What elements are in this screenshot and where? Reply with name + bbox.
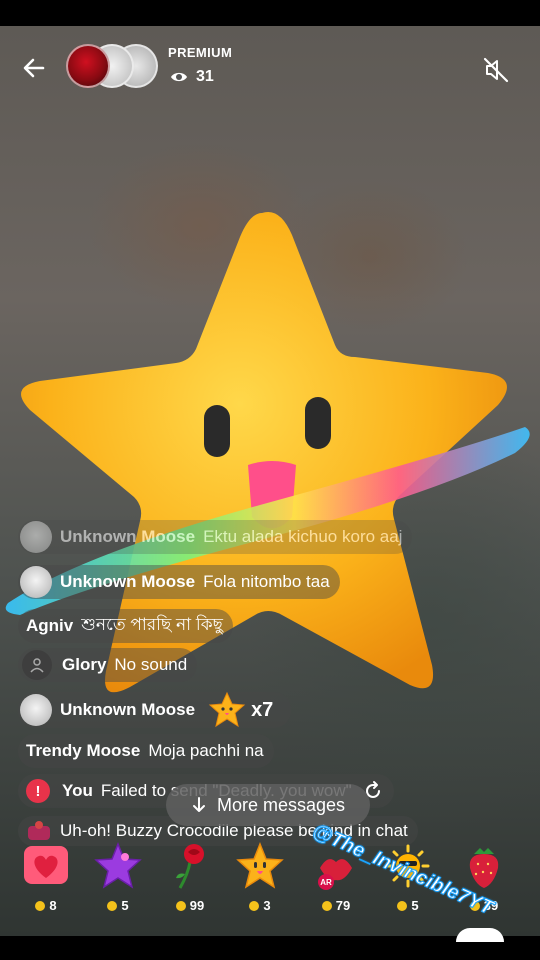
coin-icon: [249, 901, 260, 911]
chat-text: No sound: [114, 655, 188, 674]
chat-message: Unknown Moose x7: [18, 691, 292, 728]
gift-price: 3: [230, 898, 290, 913]
chat-message: Glory No sound: [18, 648, 198, 682]
gift-item[interactable]: 8: [16, 838, 76, 918]
mute-button[interactable]: [480, 54, 512, 86]
home-indicator[interactable]: [456, 928, 504, 942]
chat-username: Agniv: [26, 616, 74, 635]
chat-username: Trendy Moose: [26, 741, 141, 760]
more-messages-label: More messages: [216, 794, 346, 815]
chat-message: Unknown Moose Ektu alada kichuo koro aaj: [18, 520, 413, 554]
avatar: [20, 521, 52, 553]
star-gift-animation: [0, 195, 540, 725]
speaker-muted-icon: [483, 57, 509, 83]
ar-badge: AR: [320, 878, 332, 887]
heart-gift-icon: [24, 846, 68, 884]
chat-username: Unknown Moose: [60, 700, 196, 719]
user-icon: [30, 658, 44, 673]
gift-item[interactable]: 3: [230, 838, 290, 918]
back-arrow-icon: [23, 58, 45, 78]
coin-icon: [321, 901, 332, 911]
eye-icon: [171, 72, 187, 82]
back-button[interactable]: [18, 52, 50, 84]
star-character-icon: [5, 211, 530, 693]
error-icon: !: [26, 779, 50, 803]
more-messages-button[interactable]: More messages: [166, 784, 370, 826]
avatar: [20, 566, 52, 598]
chat-message: Trendy Moose Moja pachhi na: [18, 734, 274, 768]
star-gift-icon: [236, 842, 284, 889]
gift-price: 99: [160, 898, 220, 913]
chat-text: Moja pachhi na: [148, 741, 264, 760]
chat-username: You: [62, 781, 93, 800]
arrow-down-icon: [192, 797, 205, 812]
rose-gift-icon: [176, 844, 204, 889]
coin-icon: [175, 901, 186, 911]
chat-text: Fola nitombo taa: [203, 572, 330, 591]
chat-message: Agniv শুনতে পারছি না কিছু: [18, 609, 233, 643]
chat-message: Unknown Moose Fola nitombo taa: [18, 565, 340, 599]
gift-multiplier: x7: [251, 698, 274, 721]
guest-avatar: [22, 650, 52, 680]
purple-star-gift-icon: [94, 842, 142, 889]
coin-icon: [35, 901, 46, 911]
star-gift-icon: [208, 691, 246, 728]
chat-text: Ektu alada kichuo koro aaj: [203, 527, 403, 546]
premium-label: PREMIUM: [168, 45, 233, 60]
viewer-count-value: 31: [196, 68, 214, 85]
viewer-count[interactable]: 31: [170, 68, 214, 86]
chat-username: Unknown Moose: [60, 572, 196, 591]
gift-item[interactable]: 99: [160, 838, 220, 918]
viewer-avatars[interactable]: [66, 44, 158, 90]
gift-item[interactable]: 5: [88, 838, 148, 918]
gift-price: 8: [16, 898, 76, 913]
coin-icon: [107, 901, 118, 911]
chat-username: Unknown Moose: [60, 527, 196, 546]
avatar: [66, 44, 110, 88]
gift-price: 5: [88, 898, 148, 913]
chat-username: Glory: [62, 655, 107, 674]
chat-text: শুনতে পারছি না কিছু: [81, 615, 223, 634]
gift-price: 79: [306, 898, 366, 913]
strawberry-gift-icon: [469, 848, 499, 888]
avatar: [20, 694, 52, 726]
